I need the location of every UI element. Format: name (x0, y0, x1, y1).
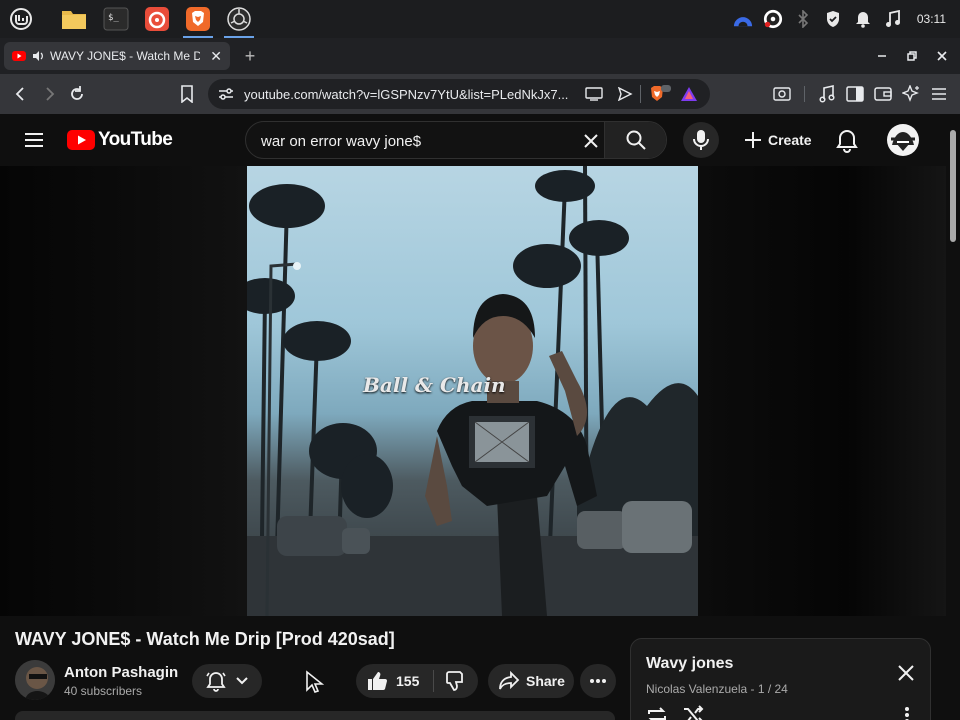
subscriber-count: 40 subscribers (64, 684, 143, 698)
clear-search-icon[interactable] (580, 130, 602, 152)
youtube-logo-icon (67, 130, 95, 150)
youtube-masthead: YouTube Create (0, 114, 946, 166)
plus-icon (745, 132, 761, 148)
new-tab-button[interactable]: + (240, 46, 260, 66)
toolbar-divider (804, 86, 805, 102)
browser-tab-strip: WAVY JONE$ - Watch Me D ✕ + (0, 38, 960, 74)
playlist-title[interactable]: Wavy jones (646, 655, 733, 673)
youtube-favicon (12, 51, 26, 61)
brave-rewards-icon[interactable] (680, 86, 698, 102)
account-avatar[interactable] (887, 124, 919, 156)
playlist-panel: Wavy jones Nicolas Valenzuela - 1 / 24 (630, 638, 931, 720)
microphone-icon (693, 130, 709, 150)
reader-mode-icon[interactable] (770, 82, 794, 106)
svg-text:$_: $_ (108, 13, 119, 23)
terminal-icon[interactable]: $_ (101, 4, 131, 34)
back-icon[interactable] (9, 82, 33, 106)
maximize-icon[interactable] (902, 46, 922, 66)
video-frame[interactable]: Ball & Chain (247, 166, 698, 616)
share-button[interactable]: Share (488, 664, 574, 698)
notifications-tray-icon[interactable] (853, 9, 873, 29)
audio-playing-icon[interactable] (32, 50, 44, 62)
shield-icon[interactable] (823, 9, 843, 29)
obs-icon[interactable] (224, 4, 254, 38)
os-taskbar: $_ 03:11 (0, 0, 960, 38)
playlist-close-icon[interactable] (896, 663, 916, 683)
cursor-pointer-icon (304, 670, 328, 694)
clock[interactable]: 03:11 (917, 12, 946, 26)
page-scrollbar[interactable] (946, 114, 960, 720)
reload-icon[interactable] (65, 82, 89, 106)
files-icon[interactable] (59, 4, 89, 34)
subscription-notification-button[interactable] (192, 664, 262, 698)
urlbar-divider (640, 85, 641, 103)
chevron-down-icon (236, 677, 248, 685)
bell-ring-icon (206, 672, 226, 692)
search-button[interactable] (604, 122, 666, 158)
player-pillarbox-right (698, 166, 946, 616)
brave-shields-icon[interactable] (648, 84, 672, 104)
notifications-bell-icon[interactable] (834, 128, 860, 154)
browser-menu-icon[interactable] (927, 82, 951, 106)
mint-menu-icon[interactable] (6, 4, 36, 34)
window-close-icon[interactable] (932, 46, 952, 66)
dislike-button[interactable] (434, 664, 478, 698)
like-dislike-group: 155 (356, 664, 478, 698)
search-icon (626, 130, 646, 150)
guide-menu-icon[interactable] (22, 128, 46, 152)
youtube-brand-text: YouTube (98, 129, 173, 150)
browser-toolbar: youtube.com/watch?v=lGSPNzv7YtU&list=PLe… (0, 74, 960, 114)
cast-icon[interactable] (585, 87, 603, 101)
media-control-icon[interactable] (815, 82, 839, 106)
wallet-icon[interactable] (871, 82, 895, 106)
tab-title: WAVY JONE$ - Watch Me D (50, 49, 200, 63)
thumbs-up-icon (368, 672, 387, 691)
description-box[interactable] (15, 711, 615, 720)
system-tray: 03:11 (733, 0, 960, 38)
create-button[interactable]: Create (732, 122, 824, 158)
channel-name[interactable]: Anton Pashagin (64, 664, 178, 681)
minimize-icon[interactable] (872, 46, 892, 66)
playlist-more-icon[interactable] (895, 703, 919, 720)
more-horizontal-icon (590, 679, 606, 683)
thumbs-down-icon (446, 671, 464, 691)
forward-icon[interactable] (37, 82, 61, 106)
site-settings-icon[interactable] (218, 87, 234, 101)
brave-icon[interactable] (183, 4, 213, 38)
tab-close-icon[interactable]: ✕ (210, 48, 222, 65)
share-label: Share (526, 673, 565, 689)
share-icon (499, 671, 520, 690)
search-box[interactable] (245, 121, 667, 159)
like-count: 155 (396, 673, 420, 689)
loop-icon[interactable] (645, 703, 669, 720)
address-bar[interactable]: youtube.com/watch?v=lGSPNzv7YtU&list=PLe… (208, 79, 710, 109)
player-pillarbox-left (0, 166, 247, 616)
send-icon[interactable] (617, 87, 633, 101)
bluetooth-icon[interactable] (793, 9, 813, 29)
youtube-logo[interactable]: YouTube (67, 128, 173, 152)
scrollbar-thumb[interactable] (950, 130, 956, 242)
leo-ai-icon[interactable] (899, 82, 923, 106)
video-overlay-text: Ball & Chain (363, 373, 506, 397)
url-text[interactable]: youtube.com/watch?v=lGSPNzv7YtU&list=PLe… (244, 87, 574, 102)
channel-avatar[interactable] (15, 660, 55, 700)
playlist-subtitle: Nicolas Valenzuela - 1 / 24 (646, 682, 788, 696)
video-title: WAVY JONE$ - Watch Me Drip [Prod 420sad] (15, 629, 395, 649)
more-actions-button[interactable] (580, 664, 616, 698)
voice-search-button[interactable] (683, 122, 719, 158)
bookmark-icon[interactable] (175, 82, 199, 106)
video-player[interactable]: Ball & Chain (0, 166, 946, 616)
shuffle-icon[interactable] (681, 703, 705, 720)
sidebar-toggle-icon[interactable] (843, 82, 867, 106)
search-input[interactable] (261, 131, 561, 151)
firefox-icon[interactable] (142, 4, 172, 34)
network-icon[interactable] (733, 9, 753, 29)
music-tray-icon[interactable] (883, 9, 903, 29)
youtube-page: YouTube Create (0, 114, 946, 720)
browser-tab[interactable]: WAVY JONE$ - Watch Me D ✕ (4, 42, 230, 70)
obs-tray-icon[interactable] (763, 9, 783, 29)
like-button[interactable]: 155 (356, 664, 433, 698)
create-label: Create (768, 132, 812, 148)
